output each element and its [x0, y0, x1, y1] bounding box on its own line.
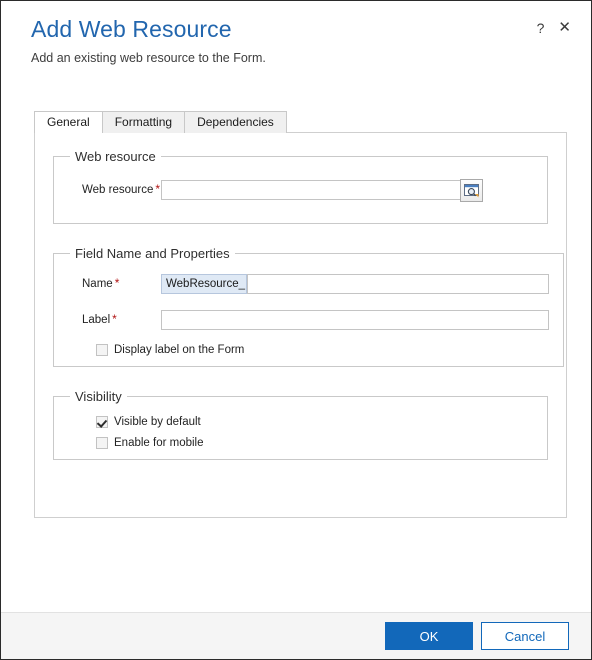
label-field-label: Label * — [68, 312, 161, 326]
add-web-resource-dialog: Add Web Resource Add an existing web res… — [0, 0, 592, 660]
visible-by-default-label[interactable]: Visible by default — [114, 416, 201, 428]
label-input[interactable] — [161, 310, 549, 330]
display-label-row: Display label on the Form — [68, 344, 549, 356]
cancel-button[interactable]: Cancel — [481, 622, 569, 650]
display-label-checkbox[interactable] — [96, 344, 108, 356]
visibility-group: Visibility Visible by default Enable for… — [53, 389, 548, 460]
web-resource-group-title: Web resource — [75, 149, 156, 164]
visible-by-default-row: Visible by default — [68, 416, 533, 428]
browse-lookup-glyph — [464, 183, 479, 197]
tab-strip: General Formatting Dependencies — [1, 111, 591, 133]
label-row: Label * — [68, 305, 549, 335]
display-label-text[interactable]: Display label on the Form — [114, 344, 244, 356]
web-resource-label-text: Web resource — [82, 184, 154, 196]
browse-lookup-icon[interactable] — [460, 178, 483, 202]
page-title: Add Web Resource — [31, 16, 232, 42]
ok-button[interactable]: OK — [385, 622, 473, 650]
enable-for-mobile-label[interactable]: Enable for mobile — [114, 437, 204, 449]
enable-for-mobile-row: Enable for mobile — [68, 437, 533, 449]
name-prefix-readonly: WebResource_ — [161, 274, 247, 294]
close-icon[interactable]: ✕ — [558, 20, 571, 35]
tab-dependencies[interactable]: Dependencies — [184, 111, 287, 133]
web-resource-field-label: Web resource * — [68, 182, 161, 196]
web-resource-group: Web resource Web resource * — [53, 149, 548, 224]
enable-for-mobile-checkbox[interactable] — [96, 437, 108, 449]
tab-general[interactable]: General — [34, 111, 103, 133]
dialog-header: Add Web Resource Add an existing web res… — [1, 1, 591, 77]
required-asterisk: * — [155, 182, 161, 196]
web-resource-input[interactable] — [161, 180, 461, 200]
general-tab-panel: Web resource Web resource * Field Name an… — [34, 132, 567, 518]
visibility-group-title: Visibility — [75, 389, 122, 404]
required-asterisk: * — [114, 276, 120, 290]
name-row: Name * WebResource_ — [68, 269, 549, 299]
field-name-properties-group-title: Field Name and Properties — [75, 246, 230, 261]
web-resource-row: Web resource * — [68, 170, 533, 213]
field-name-properties-group: Field Name and Properties Name * WebResou… — [53, 246, 564, 367]
name-field-label: Name * — [68, 276, 161, 290]
tab-formatting[interactable]: Formatting — [101, 111, 186, 133]
header-actions: ? ✕ — [537, 20, 571, 35]
label-label-text: Label — [82, 314, 111, 326]
visible-by-default-checkbox[interactable] — [96, 416, 108, 428]
name-label-text: Name — [82, 278, 113, 290]
required-asterisk: * — [112, 312, 117, 326]
name-input[interactable] — [247, 274, 549, 294]
page-subtitle: Add an existing web resource to the Form… — [31, 51, 266, 65]
dialog-footer: OK Cancel — [1, 612, 591, 659]
help-icon[interactable]: ? — [537, 21, 545, 35]
